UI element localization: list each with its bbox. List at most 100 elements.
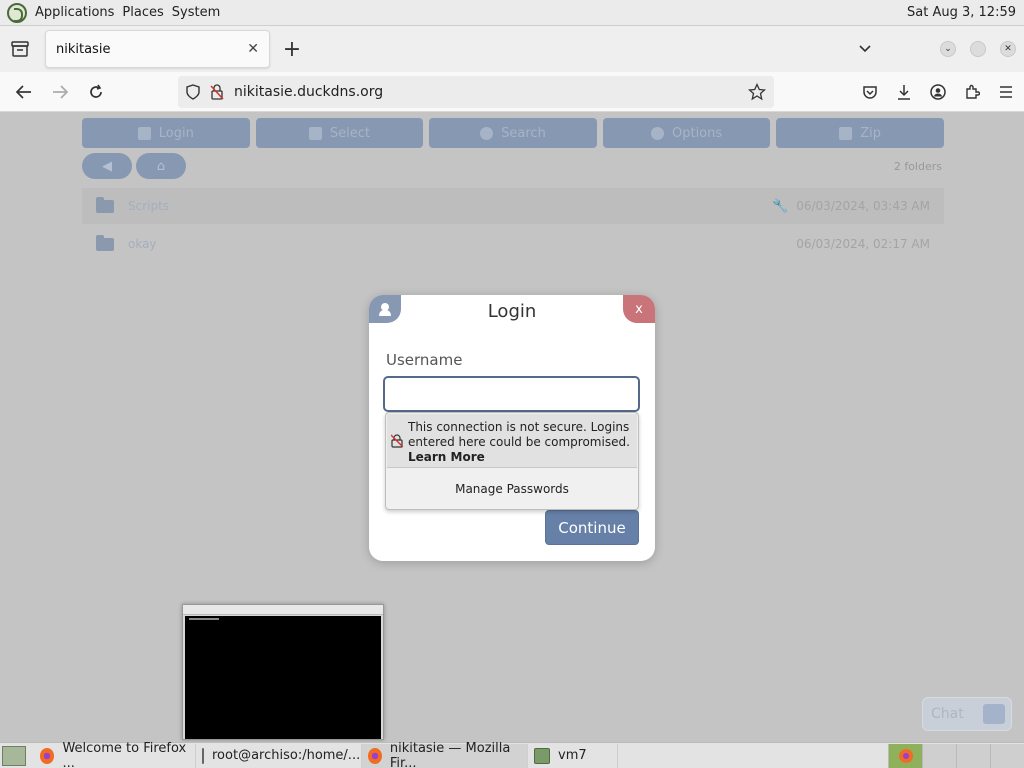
home-icon: ⌂: [156, 158, 166, 174]
username-label: Username: [386, 351, 463, 369]
options-toolbar-button[interactable]: Options: [602, 118, 771, 148]
login-toolbar-label: Login: [158, 125, 194, 141]
menu-applications[interactable]: Applications: [31, 5, 118, 20]
workspace-1[interactable]: [888, 743, 922, 768]
task-vm7[interactable]: vm7: [528, 743, 618, 768]
insecure-login-popup: This connection is not secure. Logins en…: [385, 412, 639, 510]
insecure-lock-icon: [391, 434, 403, 448]
login-toolbar-button[interactable]: Login: [82, 118, 250, 148]
new-tab-button[interactable]: +: [274, 37, 310, 62]
arrow-left-icon: ◀: [102, 158, 112, 174]
sub-navigation: ◀ ⌂ 2 folders: [82, 152, 944, 180]
extensions-icon[interactable]: [964, 84, 980, 100]
tab-nikitasie[interactable]: nikitasie ✕: [45, 30, 270, 68]
tab-list-button[interactable]: [0, 26, 40, 72]
dialog-title: Login: [487, 301, 537, 322]
chat-icon: [983, 704, 1005, 724]
url-bar[interactable]: nikitasie.duckdns.org: [178, 76, 774, 108]
top-panel: Applications Places System Sat Aug 3, 12…: [0, 0, 1024, 26]
download-icon[interactable]: [896, 84, 912, 100]
workspace-3[interactable]: [956, 743, 990, 768]
zip-toolbar-label: Zip: [860, 125, 882, 141]
folders-count: 2 folders: [893, 159, 942, 173]
back-arrow-icon: [15, 84, 31, 99]
workspace-2[interactable]: [922, 743, 956, 768]
zip-toolbar-button[interactable]: Zip: [776, 118, 944, 148]
pocket-icon[interactable]: [862, 84, 878, 100]
forward-button[interactable]: [42, 76, 78, 108]
task-terminal[interactable]: root@archiso:/home/...: [196, 743, 362, 768]
firefox-icon: [368, 747, 382, 764]
distro-logo-icon[interactable]: [7, 2, 27, 23]
search-toolbar-button[interactable]: Search: [429, 118, 597, 148]
username-input[interactable]: [383, 376, 640, 412]
chat-button[interactable]: Chat: [922, 697, 1012, 731]
file-date: 06/03/2024, 02:17 AM: [796, 237, 930, 251]
file-name: okay: [128, 237, 157, 251]
close-window-button[interactable]: ✕: [1000, 41, 1016, 57]
select-toolbar-button[interactable]: Select: [255, 118, 424, 148]
back-folder-button[interactable]: ◀: [82, 153, 132, 179]
file-toolbar: Login Select Search Options Zip: [82, 118, 944, 148]
shield-icon[interactable]: [186, 84, 200, 100]
file-date-text: 06/03/2024, 03:43 AM: [796, 198, 930, 213]
gear-icon: [650, 126, 664, 140]
file-row[interactable]: Scripts 🔧 06/03/2024, 03:43 AM: [82, 188, 944, 224]
clock[interactable]: Sat Aug 3, 12:59: [907, 5, 1016, 20]
terminal-screen: [185, 616, 381, 739]
learn-more-link[interactable]: Learn More: [408, 450, 634, 465]
file-row[interactable]: okay 06/03/2024, 02:17 AM: [82, 226, 944, 262]
manage-passwords-button[interactable]: Manage Passwords: [386, 471, 638, 507]
tab-close-icon[interactable]: ✕: [247, 41, 259, 57]
tab-title: nikitasie: [56, 41, 111, 57]
insecure-lock-icon[interactable]: [210, 84, 224, 100]
folder-icon: [96, 234, 114, 251]
task-firefox-welcome[interactable]: Welcome to Firefox ...: [34, 740, 196, 768]
navigation-bar: nikitasie.duckdns.org: [0, 72, 1024, 112]
file-name: Scripts: [128, 199, 170, 213]
url-text: nikitasie.duckdns.org: [234, 84, 384, 100]
insecure-warning[interactable]: This connection is not secure. Logins en…: [387, 414, 637, 468]
chat-label: Chat: [931, 706, 964, 722]
forward-arrow-icon: [53, 84, 69, 99]
minimize-button[interactable]: ⌄: [940, 41, 956, 57]
workspace-switcher: [888, 743, 1024, 768]
insecure-message: This connection is not secure. Logins en…: [408, 420, 634, 465]
account-icon[interactable]: [930, 84, 946, 100]
task-label: vm7: [558, 748, 587, 763]
task-label: nikitasie — Mozilla Fir...: [389, 740, 511, 768]
workspace-4[interactable]: [990, 743, 1024, 768]
folder-icon: [96, 196, 114, 213]
task-firefox-nikitasie[interactable]: nikitasie — Mozilla Fir...: [362, 740, 528, 768]
bookmark-star-icon[interactable]: [748, 83, 766, 101]
chevron-down-icon[interactable]: [858, 44, 872, 54]
taskbar: Welcome to Firefox ... root@archiso:/hom…: [0, 740, 1024, 768]
checkbox-icon: [308, 126, 322, 140]
search-toolbar-label: Search: [501, 125, 546, 141]
terminal-window-thumbnail[interactable]: [182, 604, 384, 740]
task-label: Welcome to Firefox ...: [62, 740, 187, 768]
vm-icon: [534, 747, 550, 764]
reload-button[interactable]: [78, 76, 114, 108]
home-folder-button[interactable]: ⌂: [136, 153, 186, 179]
tab-bar: nikitasie ✕ + ⌄ ✕: [0, 26, 1024, 72]
menu-places[interactable]: Places: [118, 5, 167, 20]
maximize-button[interactable]: [970, 41, 986, 57]
options-toolbar-label: Options: [671, 125, 723, 141]
insecure-message-text: This connection is not secure. Logins en…: [408, 420, 630, 449]
zip-file-icon: [839, 126, 853, 140]
wrench-icon[interactable]: 🔧: [772, 199, 788, 214]
task-label: root@archiso:/home/...: [212, 748, 361, 763]
thumbnail-titlebar: [183, 605, 383, 615]
reload-icon: [90, 84, 102, 98]
file-date: 🔧 06/03/2024, 03:43 AM: [772, 199, 930, 214]
terminal-icon: [202, 747, 204, 764]
show-desktop-icon[interactable]: [2, 745, 26, 766]
hamburger-menu-icon[interactable]: [998, 85, 1014, 99]
back-button[interactable]: [6, 76, 42, 108]
search-icon: [480, 126, 494, 140]
continue-button[interactable]: Continue: [545, 510, 639, 545]
select-toolbar-label: Select: [329, 125, 370, 141]
menu-system[interactable]: System: [168, 5, 224, 20]
tab-list-icon: [11, 41, 29, 57]
